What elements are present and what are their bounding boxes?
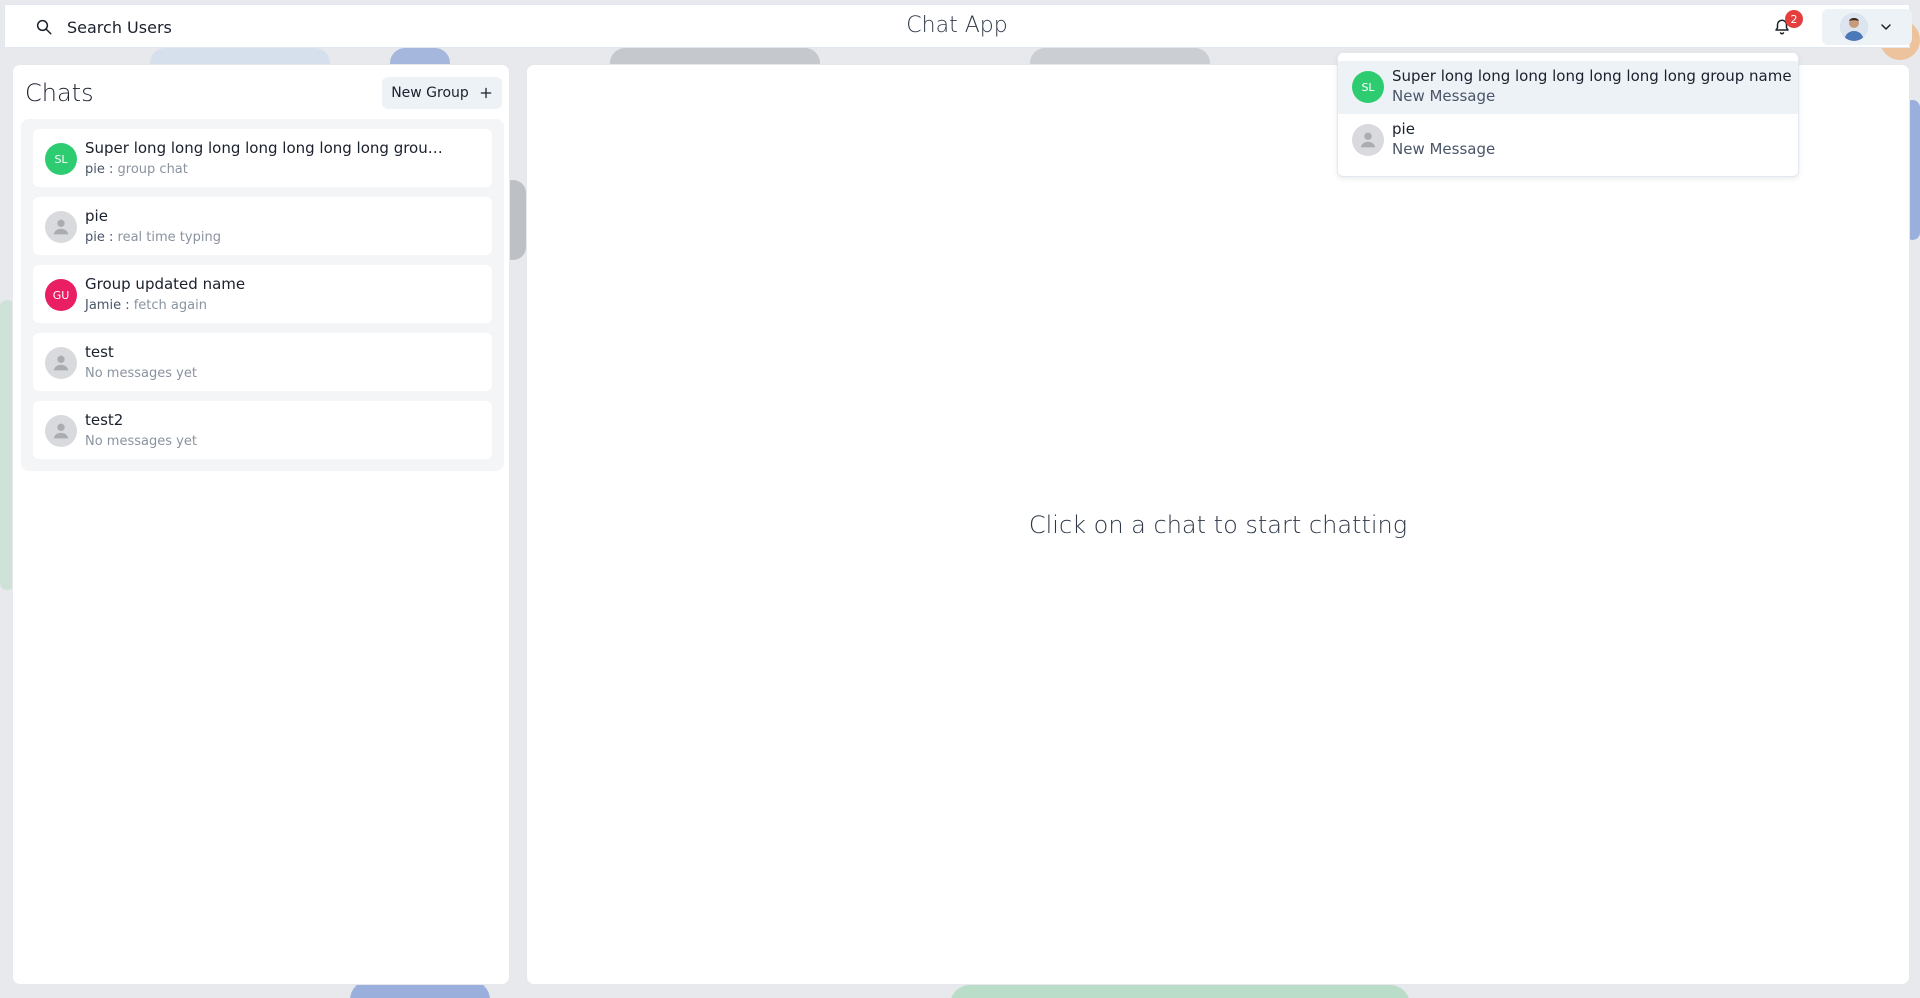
app-title: Chat App [906, 13, 1008, 38]
default-avatar-icon [45, 211, 77, 243]
chat-list-item[interactable]: test No messages yet [33, 333, 492, 391]
chat-name: test [85, 343, 114, 361]
chat-panel: Click on a chat to start chatting [526, 64, 1910, 985]
user-photo-icon [1840, 13, 1868, 41]
notification-item[interactable]: SL Super long long long long long long l… [1338, 61, 1798, 114]
chat-list: SL Super long long long long long long l… [21, 119, 504, 471]
new-group-label: New Group [391, 85, 469, 101]
notification-badge: 2 [1785, 10, 1803, 28]
chat-name: test2 [85, 411, 124, 429]
search-users-button[interactable]: Search Users [25, 11, 182, 43]
empty-state-text: Click on a chat to start chatting [1028, 511, 1408, 539]
new-group-button[interactable]: New Group [382, 77, 502, 109]
chats-title: Chats [25, 79, 94, 107]
bg-shape [950, 985, 1410, 998]
default-avatar-icon [1352, 124, 1384, 156]
chat-list-item[interactable]: SL Super long long long long long long l… [33, 129, 492, 187]
chat-list-item[interactable]: test2 No messages yet [33, 401, 492, 459]
group-avatar: SL [45, 143, 77, 175]
chat-list-item[interactable]: GU Group updated name Jamie : fetch agai… [33, 265, 492, 323]
chat-name: Group updated name [85, 275, 246, 293]
chat-list-item[interactable]: pie pie : real time typing [33, 197, 492, 255]
search-users-label: Search Users [67, 17, 172, 37]
profile-menu-button[interactable] [1822, 9, 1912, 45]
chat-last-message: No messages yet [85, 366, 197, 381]
message-sender: pie [85, 162, 105, 177]
message-text: real time typing [117, 230, 221, 245]
notification-item[interactable]: pie New Message [1338, 114, 1798, 167]
chat-last-message: No messages yet [85, 434, 197, 449]
search-icon [36, 19, 52, 35]
notification-subtitle: New Message [1392, 140, 1496, 158]
message-text: fetch again [133, 298, 207, 313]
notifications-menu: SL Super long long long long long long l… [1337, 52, 1799, 177]
chevron-down-icon [1881, 24, 1891, 30]
message-sender: Jamie [85, 298, 122, 313]
chat-name: Super long long long long long long long… [85, 139, 445, 157]
chat-name: pie [85, 207, 108, 225]
plus-icon [480, 87, 492, 99]
notification-title: pie [1392, 120, 1415, 138]
chats-sidebar: Chats New Group SL Super long long long … [12, 64, 510, 985]
default-avatar-icon [45, 347, 77, 379]
message-text: group chat [117, 162, 188, 177]
notification-title: Super long long long long long long long… [1392, 67, 1792, 85]
group-avatar: GU [45, 279, 77, 311]
message-sender: pie [85, 230, 105, 245]
default-avatar-icon [45, 415, 77, 447]
group-avatar: SL [1352, 71, 1384, 103]
chat-last-message: pie : group chat [85, 162, 188, 177]
chat-last-message: Jamie : fetch again [85, 298, 207, 313]
chat-last-message: pie : real time typing [85, 230, 221, 245]
top-bar: Search Users Chat App 2 [4, 4, 1912, 48]
notification-subtitle: New Message [1392, 87, 1496, 105]
user-avatar [1840, 13, 1868, 41]
